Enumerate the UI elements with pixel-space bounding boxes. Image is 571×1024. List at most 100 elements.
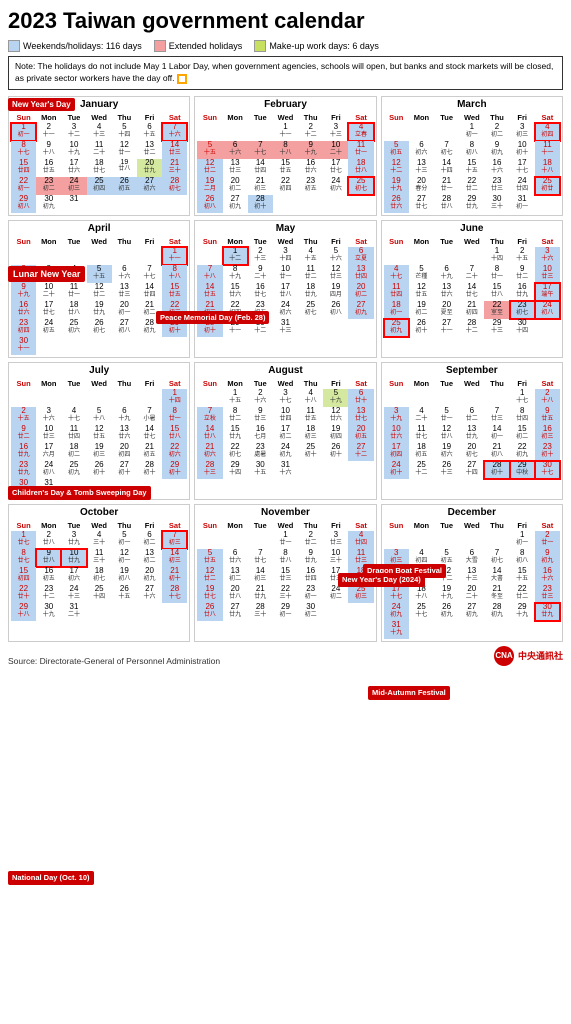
jan-day-2: 2十一 xyxy=(36,123,61,141)
mar-day-20: 20春分 xyxy=(409,177,434,195)
feb-day-4: 4立春 xyxy=(348,123,373,141)
apr-day-13: 13廿三 xyxy=(112,283,137,301)
mar-day-31: 31初一 xyxy=(510,195,535,213)
sep-day-16: 16初三 xyxy=(535,425,560,443)
sep-day-1: 1十七 xyxy=(510,389,535,407)
aug-empty1 xyxy=(197,389,222,407)
apr-empty-end2 xyxy=(61,337,86,355)
dec-day-15: 15十五 xyxy=(510,567,535,585)
aug-day-12: 12廿六 xyxy=(323,407,348,425)
dec-empty-end2 xyxy=(434,621,459,639)
apr-header-mon: Mon xyxy=(36,236,61,247)
nov-empty-end xyxy=(323,603,348,621)
dec-day-23: 23廿三 xyxy=(535,585,560,603)
apr-empty-end4 xyxy=(112,337,137,355)
oct-day-20: 20初九 xyxy=(137,567,162,585)
sep-header-wed: Wed xyxy=(459,378,484,389)
dec-day-9: 9初九 xyxy=(535,549,560,567)
jul-day-1: 1十四 xyxy=(162,389,187,407)
march-title: March xyxy=(384,99,560,110)
legend-extended-box xyxy=(154,40,166,52)
jul-day-25: 25初九 xyxy=(61,461,86,479)
jan-day-10: 10十九 xyxy=(61,141,86,159)
sep-day-26: 26十三 xyxy=(434,461,459,479)
dec-empty3 xyxy=(434,531,459,549)
dec-empty-end3 xyxy=(459,621,484,639)
apr-day-18: 18廿八 xyxy=(61,301,86,319)
apr-empty6 xyxy=(137,247,162,265)
jul-day-23: 23廿九 xyxy=(11,461,36,479)
jun-header-sun: Sun xyxy=(384,236,409,247)
jan-day-5: 5十四 xyxy=(112,123,137,141)
jul-empty6 xyxy=(137,389,162,407)
october-title: October xyxy=(11,507,187,518)
sep-header-sun: Sun xyxy=(384,378,409,389)
may-day-11: 11廿二 xyxy=(298,265,323,283)
jan-day-19: 19廿八 xyxy=(112,159,137,177)
aug-header-sun: Sun xyxy=(197,378,222,389)
sep-header-mon: Mon xyxy=(409,378,434,389)
aug-day-17: 17初二 xyxy=(273,425,298,443)
sep-day-11: 11廿七 xyxy=(409,425,434,443)
aug-empty-end3 xyxy=(348,461,373,479)
jun-day-5: 5芒種 xyxy=(409,265,434,283)
dec-header-wed: Wed xyxy=(459,520,484,531)
aug-day-21: 21初六 xyxy=(197,443,222,461)
jun-day-27: 27十一 xyxy=(434,319,459,337)
apr-day-23: 23初四 xyxy=(11,319,36,337)
apr-empty-end5 xyxy=(137,337,162,355)
sep-day-8: 8廿四 xyxy=(510,407,535,425)
sep-day-28: 28初十 xyxy=(484,461,509,479)
aug-day-14: 14廿八 xyxy=(197,425,222,443)
jan-day-13: 13廿二 xyxy=(137,141,162,159)
may-day-10: 10廿一 xyxy=(273,265,298,283)
jun-header-mon: Mon xyxy=(409,236,434,247)
jul-day-3: 3十六 xyxy=(36,407,61,425)
jun-day-17: 17端午 xyxy=(535,283,560,301)
nov-day-8: 8廿八 xyxy=(273,549,298,567)
may-day-26: 26初八 xyxy=(323,301,348,319)
jan-day-9: 9十八 xyxy=(36,141,61,159)
sep-empty3 xyxy=(434,389,459,407)
jul-day-18: 18初二 xyxy=(61,443,86,461)
may-day-27: 27初九 xyxy=(348,301,373,319)
may-day-31: 31十三 xyxy=(273,319,298,337)
aug-day-1: 1十五 xyxy=(223,389,248,407)
nov-day-15: 15廿三 xyxy=(273,567,298,585)
jan-day-23: 23初二 xyxy=(36,177,61,195)
mar-day-9: 9初九 xyxy=(484,141,509,159)
mar-day-5: 5初五 xyxy=(384,141,409,159)
aug-empty-end2 xyxy=(323,461,348,479)
nov-day-9: 9廿九 xyxy=(298,549,323,567)
aug-day-2: 2十六 xyxy=(248,389,273,407)
jan-day-24: 24初三 xyxy=(61,177,86,195)
dec-day-31: 31十九 xyxy=(384,621,409,639)
jul-day-17: 17六月 xyxy=(36,443,61,461)
dec-empty2 xyxy=(409,531,434,549)
september-title: September xyxy=(384,365,560,376)
may-day-1: 1十二 xyxy=(223,247,248,265)
may-day-6: 6立夏 xyxy=(348,247,373,265)
may-day-3: 3十四 xyxy=(273,247,298,265)
mar-empty1 xyxy=(384,123,409,141)
annotation-lunar-new-year: Lunar New Year xyxy=(8,266,85,282)
aug-day-24: 24初九 xyxy=(273,443,298,461)
jul-day-11: 11廿四 xyxy=(61,425,86,443)
apr-day-15: 15廿五 xyxy=(162,283,187,301)
may-day-5: 5十六 xyxy=(323,247,348,265)
jul-header-thu: Thu xyxy=(112,378,137,389)
dec-day-6: 6大雪 xyxy=(459,549,484,567)
jul-day-14: 14廿七 xyxy=(137,425,162,443)
sep-day-14: 14初一 xyxy=(484,425,509,443)
july-title: July xyxy=(11,365,187,376)
jul-empty-end5 xyxy=(162,479,187,497)
jul-day-2: 2十五 xyxy=(11,407,36,425)
jun-empty3 xyxy=(434,247,459,265)
may-day-9: 9二十 xyxy=(248,265,273,283)
oct-day-26: 26十五 xyxy=(112,585,137,603)
jun-day-29: 29十三 xyxy=(484,319,509,337)
may-empty1 xyxy=(197,247,222,265)
feb-day-25: 25初七 xyxy=(348,177,373,195)
feb-day-16: 16廿六 xyxy=(298,159,323,177)
nov-day-2: 2廿二 xyxy=(298,531,323,549)
